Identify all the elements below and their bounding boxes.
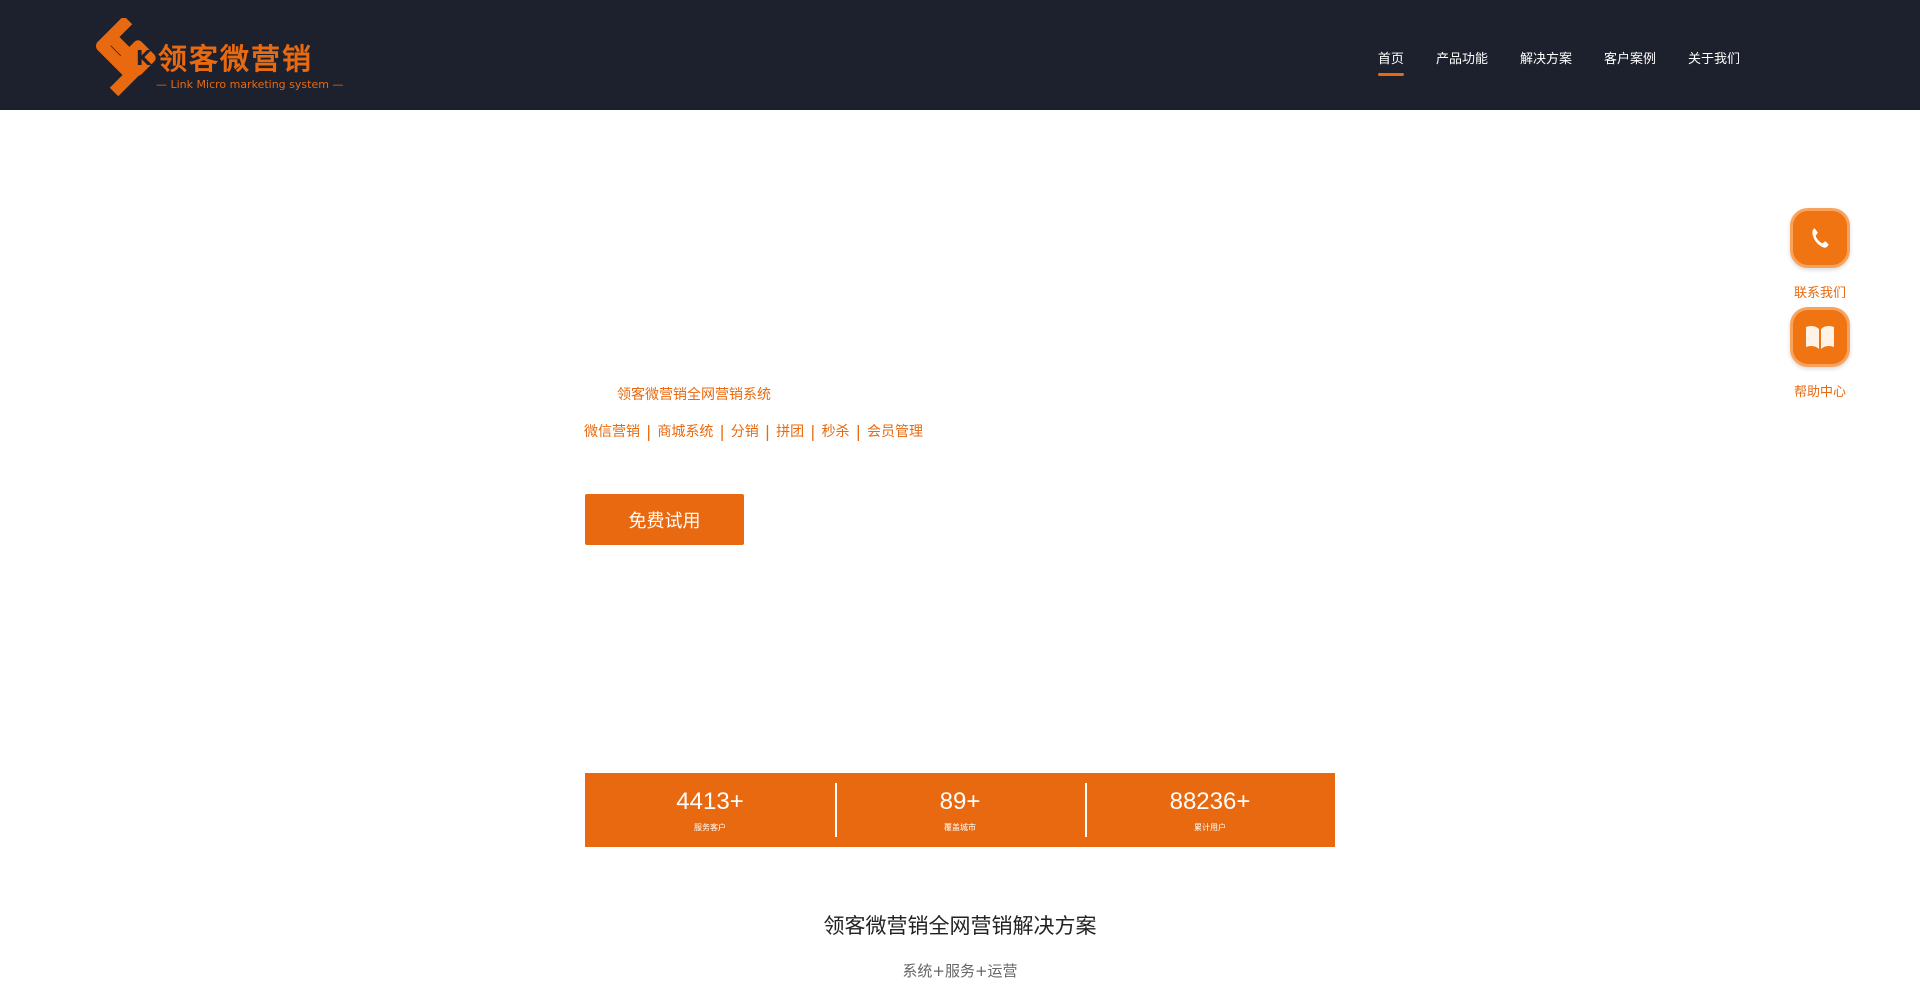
hero-tagline: 领客微营销全网营销系统 xyxy=(617,387,771,403)
section-title: 领客微营销全网营销解决方案 xyxy=(823,914,1097,938)
brand-logo[interactable]: K 领客微营销 — Link Micro marketing system — xyxy=(88,18,358,98)
nav-item-products[interactable]: 产品功能 xyxy=(1436,48,1488,67)
phone-button[interactable] xyxy=(1790,208,1850,268)
hero-tag: 商城系统 xyxy=(657,424,714,440)
brand-tagline: — Link Micro marketing system — xyxy=(156,78,344,91)
brand-name: 领客微营销 xyxy=(158,42,314,76)
section-subtitle: 系统+服务+运营 xyxy=(902,962,1018,980)
hero-tag: 拼团 xyxy=(776,424,805,440)
stat-label: 覆盖城市 xyxy=(944,822,976,832)
tag-separator: | xyxy=(719,421,725,441)
tag-separator: | xyxy=(764,421,771,441)
main-nav: 首页 产品功能 解决方案 客户案例 关于我们 xyxy=(1377,48,1740,76)
stat-item: 4413+ 服务客户 xyxy=(585,773,835,847)
nav-item-cases[interactable]: 客户案例 xyxy=(1604,48,1656,67)
hero-tag: 秒杀 xyxy=(821,424,850,440)
hero-tags: 微信营销 | 商城系统 | 分销 | 拼团 | 秒杀 | 会员管理 xyxy=(584,421,923,441)
help-button[interactable] xyxy=(1790,307,1850,367)
stat-item: 88236+ 累计用户 xyxy=(1085,773,1335,847)
phone-label[interactable]: 联系我们 xyxy=(1790,282,1850,301)
stats-bar: 4413+ 服务客户 89+ 覆盖城市 88236+ 累计用户 xyxy=(585,773,1335,847)
stat-label: 累计用户 xyxy=(1194,822,1226,832)
help-label[interactable]: 帮助中心 xyxy=(1790,381,1850,400)
tag-separator: | xyxy=(646,421,652,441)
stat-label: 服务客户 xyxy=(694,822,726,832)
stat-item: 89+ 覆盖城市 xyxy=(835,773,1085,847)
hero-tag: 微信营销 xyxy=(584,424,640,440)
hero-tag: 分销 xyxy=(730,424,759,440)
nav-item-home[interactable]: 首页 xyxy=(1377,48,1404,76)
book-icon xyxy=(1806,325,1834,349)
svg-text:K: K xyxy=(136,46,153,70)
hero-tag: 会员管理 xyxy=(866,424,923,440)
free-trial-button[interactable]: 免费试用 xyxy=(585,494,744,545)
stat-value: 88236+ xyxy=(1169,787,1251,815)
site-header: K 领客微营销 — Link Micro marketing system — … xyxy=(0,0,1920,110)
stat-value: 4413+ xyxy=(676,787,744,815)
tag-separator: | xyxy=(855,421,861,441)
stat-value: 89+ xyxy=(939,787,981,815)
phone-icon xyxy=(1812,228,1829,248)
nav-item-about[interactable]: 关于我们 xyxy=(1688,48,1740,67)
tag-separator: | xyxy=(810,421,816,441)
nav-item-solutions[interactable]: 解决方案 xyxy=(1520,48,1572,67)
